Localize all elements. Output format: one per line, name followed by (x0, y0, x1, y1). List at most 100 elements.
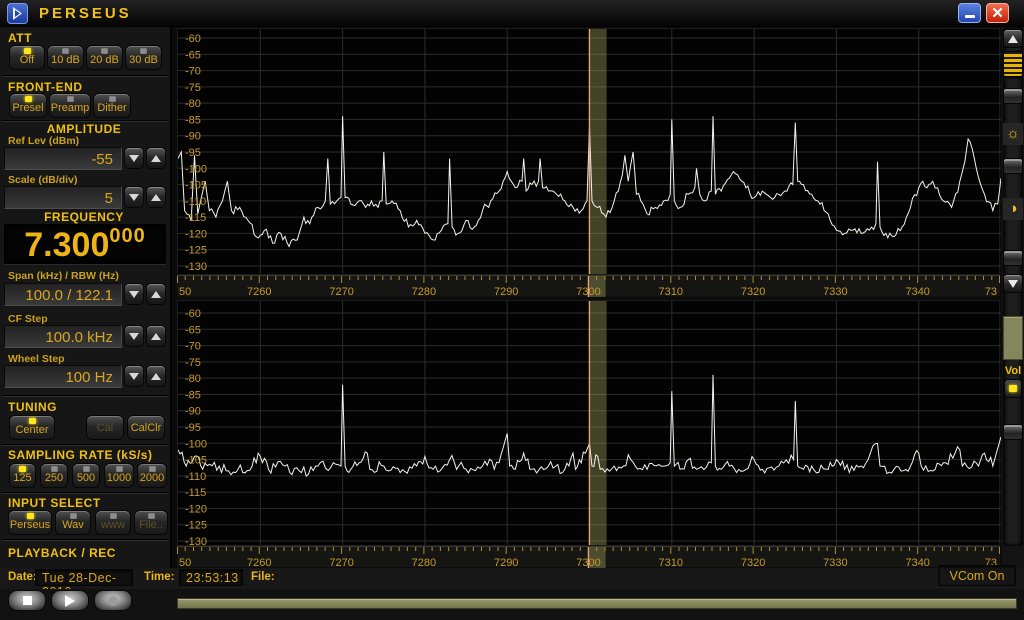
scale-down-button[interactable] (124, 186, 144, 208)
svg-text:-110: -110 (185, 471, 206, 483)
scroll-up-button[interactable] (1003, 29, 1023, 48)
svg-text:-120: -120 (185, 228, 207, 240)
input-file-button[interactable]: File.. (134, 510, 168, 535)
app-title: PERSEUS (39, 5, 132, 22)
svg-text:-95: -95 (185, 422, 201, 434)
play-button[interactable] (51, 590, 89, 611)
input-www-button[interactable]: www (95, 510, 131, 535)
span-up-button[interactable] (146, 283, 166, 305)
cf-step-down-button[interactable] (124, 325, 144, 347)
rate-1000-button[interactable]: 1000 (104, 463, 134, 488)
app-window: PERSEUS ✕ ATT Off 10 dB 20 dB 30 dB FRON… (0, 0, 1024, 620)
input-perseus-button[interactable]: Perseus (8, 510, 52, 535)
record-button[interactable] (94, 590, 132, 611)
att-off-button[interactable]: Off (9, 45, 45, 70)
svg-text:-85: -85 (185, 114, 201, 126)
frequency-scrollbar[interactable] (177, 598, 1017, 609)
input-wav-button[interactable]: Wav (55, 510, 91, 535)
svg-text:7260: 7260 (247, 286, 271, 297)
date-value: Tue 28-Dec-2010 (35, 569, 133, 586)
stop-icon (23, 596, 32, 605)
svg-text:-90: -90 (185, 131, 201, 143)
minimize-button[interactable] (958, 3, 981, 23)
svg-text:-80: -80 (185, 373, 201, 385)
svg-text:-60: -60 (185, 33, 201, 45)
dither-button[interactable]: Dither (93, 93, 131, 118)
separator (2, 395, 168, 397)
ref-lev-label: Ref Lev (dBm) (8, 135, 79, 147)
svg-text:-70: -70 (185, 341, 201, 353)
title-bar: PERSEUS ✕ (0, 0, 1024, 27)
att-20db-button[interactable]: 20 dB (86, 45, 123, 70)
volume-slider-thumb[interactable] (1003, 424, 1023, 440)
span-field[interactable]: 100.0 / 122.1 (4, 283, 122, 306)
front-end-header: FRONT-END (8, 80, 83, 94)
scroll-down-button[interactable] (1003, 274, 1023, 293)
rate-500-button[interactable]: 500 (72, 463, 100, 488)
file-value (283, 569, 403, 586)
att-30db-button[interactable]: 30 dB (125, 45, 162, 70)
slider-thumb[interactable] (1003, 88, 1023, 104)
svg-text:7330: 7330 (823, 286, 847, 297)
slider-thumb[interactable] (1003, 250, 1023, 266)
demod-spectrum-display[interactable]: -60-65-70-75-80-85-90-95-100-105-110-115… (177, 300, 1000, 546)
att-10db-button[interactable]: 10 dB (47, 45, 84, 70)
app-logo-icon (7, 3, 28, 24)
wheel-step-field[interactable]: 100 Hz (4, 365, 122, 388)
svg-text:7310: 7310 (659, 557, 683, 568)
rate-2000-button[interactable]: 2000 (137, 463, 167, 488)
rate-125-button[interactable]: 125 (9, 463, 36, 488)
svg-text:7290: 7290 (494, 286, 518, 297)
wheel-step-up-button[interactable] (146, 365, 166, 387)
tuning-center-button[interactable]: Center (9, 415, 55, 440)
separator (2, 444, 168, 446)
arrow-down-icon (129, 155, 139, 162)
minimize-icon (965, 15, 975, 18)
scale-up-button[interactable] (146, 186, 166, 208)
cf-step-label: CF Step (8, 313, 48, 325)
svg-text:7310: 7310 (659, 286, 683, 297)
svg-text:-105: -105 (185, 455, 207, 467)
att-header: ATT (8, 31, 32, 45)
wheel-step-down-button[interactable] (124, 365, 144, 387)
frequency-display[interactable]: 7.300000 (4, 224, 166, 264)
rate-250-button[interactable]: 250 (40, 463, 68, 488)
calclr-button[interactable]: CalClr (127, 415, 165, 440)
svg-text:-65: -65 (185, 324, 201, 336)
separator (2, 75, 168, 77)
right-slider-strip: ☼ ◑ Vol (1002, 27, 1024, 568)
arrow-down-icon (129, 333, 139, 340)
waterfall-palette-thumb[interactable] (1003, 51, 1023, 77)
close-button[interactable]: ✕ (986, 3, 1009, 23)
arrow-up-icon (151, 373, 161, 380)
span-down-button[interactable] (124, 283, 144, 305)
wheel-step-label: Wheel Step (8, 353, 65, 365)
vol-mute-button[interactable] (1004, 379, 1022, 398)
cf-step-field[interactable]: 100.0 kHz (4, 325, 122, 348)
play-icon (65, 595, 75, 607)
svg-text:-130: -130 (185, 261, 207, 273)
spectrum-plot: -60-65-70-75-80-85-90-95-100-105-110-115… (178, 29, 1001, 274)
svg-text:-125: -125 (185, 520, 207, 532)
svg-text:7280: 7280 (412, 557, 436, 568)
separator (2, 492, 168, 494)
cal-button[interactable]: Cal (86, 415, 124, 440)
presel-button[interactable]: Presel (9, 93, 47, 118)
cf-step-up-button[interactable] (146, 325, 166, 347)
stop-button[interactable] (8, 590, 46, 611)
slider-thumb[interactable] (1003, 158, 1023, 174)
preamp-button[interactable]: Preamp (49, 93, 91, 118)
svg-text:7280: 7280 (412, 286, 436, 297)
separator (2, 539, 168, 541)
main-spectrum-display[interactable]: -60-65-70-75-80-85-90-95-100-105-110-115… (177, 28, 1000, 275)
ref-lev-down-button[interactable] (124, 147, 144, 169)
ref-lev-up-button[interactable] (146, 147, 166, 169)
ref-lev-field[interactable]: -55 (4, 147, 122, 170)
amplitude-header: AMPLITUDE (0, 122, 168, 136)
svg-text:7270: 7270 (329, 286, 353, 297)
svg-text:7340: 7340 (905, 286, 929, 297)
scale-field[interactable]: 5 (4, 186, 122, 209)
time-label: Time: (144, 571, 174, 583)
span-label: Span (kHz) / RBW (Hz) (8, 270, 119, 282)
time-value: 23:53:13 (179, 569, 243, 586)
